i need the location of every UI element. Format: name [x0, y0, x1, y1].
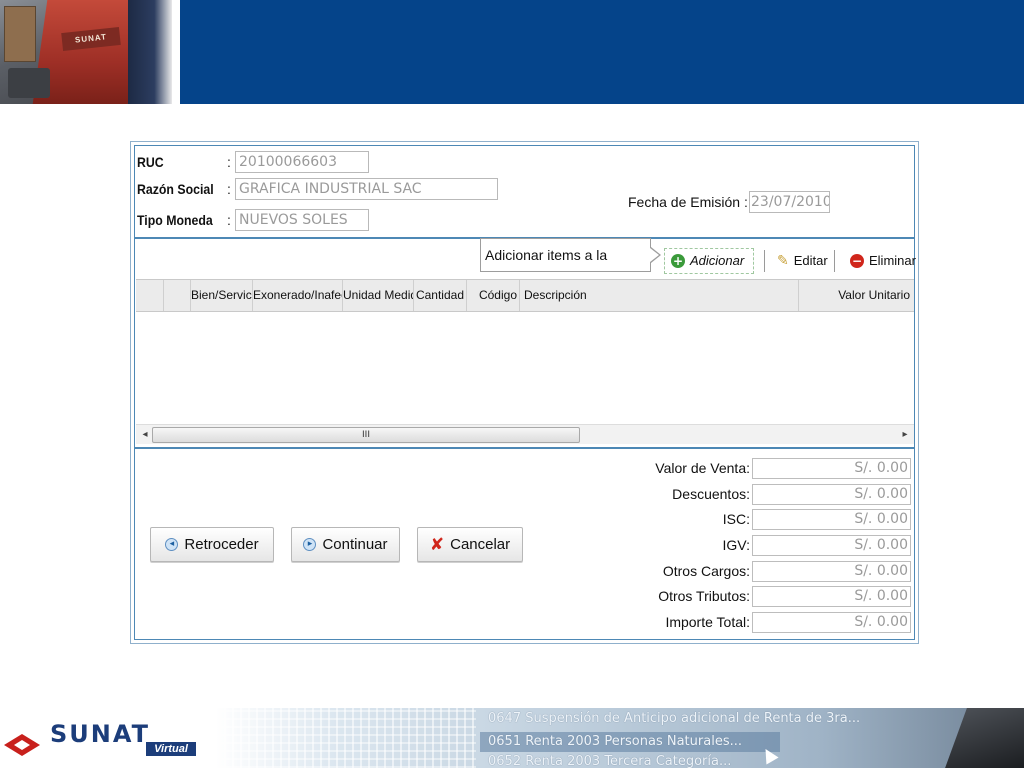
footer-banner: 0647 Suspensión de Anticipo adicional de… [216, 708, 1024, 768]
isc-label: ISC: [722, 511, 750, 527]
sunat-logo-text: SUNAT [50, 720, 150, 748]
grid-col-valor-unitario[interactable]: Valor Unitario [799, 280, 912, 311]
header-bar [180, 0, 1024, 104]
grid-col-unidad-medida[interactable]: Unidad Medida [343, 280, 414, 311]
importe-total-label: Importe Total: [665, 614, 750, 630]
igv-label: IGV: [722, 537, 751, 553]
adicionar-tooltip: Adicionar items a la factura. [480, 238, 651, 295]
tooltip-arrow [650, 247, 661, 263]
eliminar-label: Eliminar [869, 253, 916, 268]
otros-tributos-label: Otros Tributos: [658, 588, 750, 604]
editar-button[interactable]: ✎ Editar [771, 248, 834, 274]
grid-col-cantidad[interactable]: Cantidad [414, 280, 467, 311]
scroll-left-arrow-icon[interactable]: ◂ [138, 427, 152, 443]
grid-col-select[interactable] [136, 280, 164, 311]
person [128, 0, 172, 104]
grid-col-exonerado[interactable]: Exonerado/Inafecto [253, 280, 343, 311]
importe-total-field[interactable]: S/. 0.00 [752, 612, 911, 633]
truck [8, 68, 50, 98]
razon-social-label: Razón Social [137, 181, 214, 197]
fecha-emision-label: Fecha de Emisión [628, 194, 741, 210]
sunat-logo: SUNAT Virtual [0, 720, 200, 760]
continuar-label: Continuar [322, 536, 388, 553]
sunat-logo-virtual: Virtual [146, 742, 196, 756]
valor-venta-label: Valor de Venta: [655, 460, 750, 476]
grid-col-index[interactable] [164, 280, 191, 311]
ruc-label: RUC [137, 154, 164, 170]
section-divider-bottom [134, 447, 915, 449]
ruc-field[interactable]: 20100066603 [235, 151, 369, 173]
cancelar-label: Cancelar [450, 536, 511, 553]
tipo-moneda-label: Tipo Moneda [137, 212, 213, 228]
retroceder-button[interactable]: ◂ Retroceder [150, 527, 274, 562]
grid-col-bien-servicio[interactable]: Bien/Servicio [191, 280, 253, 311]
cancelar-button[interactable]: ✘ Cancelar [417, 527, 523, 562]
isc-field[interactable]: S/. 0.00 [752, 509, 911, 530]
toolbar-divider [834, 250, 835, 272]
forward-arrow-icon: ▸ [303, 538, 317, 551]
grid-header: Bien/Servicio Exonerado/Inafecto Unidad … [136, 279, 914, 312]
back-arrow-icon: ◂ [165, 538, 179, 551]
fecha-emision-field[interactable]: 23/07/2010 [749, 191, 830, 213]
igv-field[interactable]: S/. 0.00 [752, 535, 911, 556]
banner-line-2: 0651 Renta 2003 Personas Naturales... [488, 734, 742, 749]
page: SUNAT RUC : 20100066603 Razón Social : G… [0, 0, 1024, 768]
adicionar-button[interactable]: + Adicionar [664, 248, 754, 274]
grid-col-codigo[interactable]: Código [467, 280, 520, 311]
fecha-emision-colon: : [744, 194, 748, 210]
tipo-moneda-field[interactable]: NUEVOS SOLES [235, 209, 369, 231]
otros-cargos-label: Otros Cargos: [662, 563, 750, 579]
editar-label: Editar [793, 253, 828, 268]
otros-tributos-field[interactable]: S/. 0.00 [752, 586, 911, 607]
toolbar-divider [764, 250, 765, 272]
header-photo: SUNAT [0, 0, 172, 104]
adicionar-label: Adicionar [690, 253, 745, 268]
grid-horizontal-scrollbar[interactable]: ◂ III ▸ [136, 424, 914, 444]
grid-body[interactable] [136, 312, 914, 424]
otros-cargos-field[interactable]: S/. 0.00 [752, 561, 911, 582]
banner-line-3: 0652 Renta 2003 Tercera Categoría... [488, 754, 732, 768]
red-x-icon: ✘ [429, 534, 445, 555]
cargo-stack [4, 6, 36, 62]
sunat-diamond-icon [4, 734, 40, 756]
retroceder-label: Retroceder [184, 536, 259, 553]
eliminar-button[interactable]: − Eliminar [844, 248, 922, 274]
continuar-button[interactable]: ▸ Continuar [291, 527, 400, 562]
razon-social-colon: : [227, 181, 231, 197]
laptop-image [945, 708, 1024, 768]
ruc-colon: : [227, 154, 231, 170]
plus-circle-icon: + [671, 254, 685, 268]
grid-col-descripcion[interactable]: Descripción [520, 280, 799, 311]
tipo-moneda-colon: : [227, 212, 231, 228]
scroll-right-arrow-icon[interactable]: ▸ [898, 427, 912, 443]
banner-line-1: 0647 Suspensión de Anticipo adicional de… [488, 711, 861, 726]
valor-venta-field[interactable]: S/. 0.00 [752, 458, 911, 479]
banner-texture [216, 708, 476, 768]
minus-circle-icon: − [850, 254, 864, 268]
descuentos-field[interactable]: S/. 0.00 [752, 484, 911, 505]
descuentos-label: Descuentos: [672, 486, 750, 502]
pencil-icon: ✎ [777, 253, 789, 269]
scroll-thumb[interactable]: III [152, 427, 580, 443]
razon-social-field[interactable]: GRAFICA INDUSTRIAL SAC [235, 178, 498, 200]
